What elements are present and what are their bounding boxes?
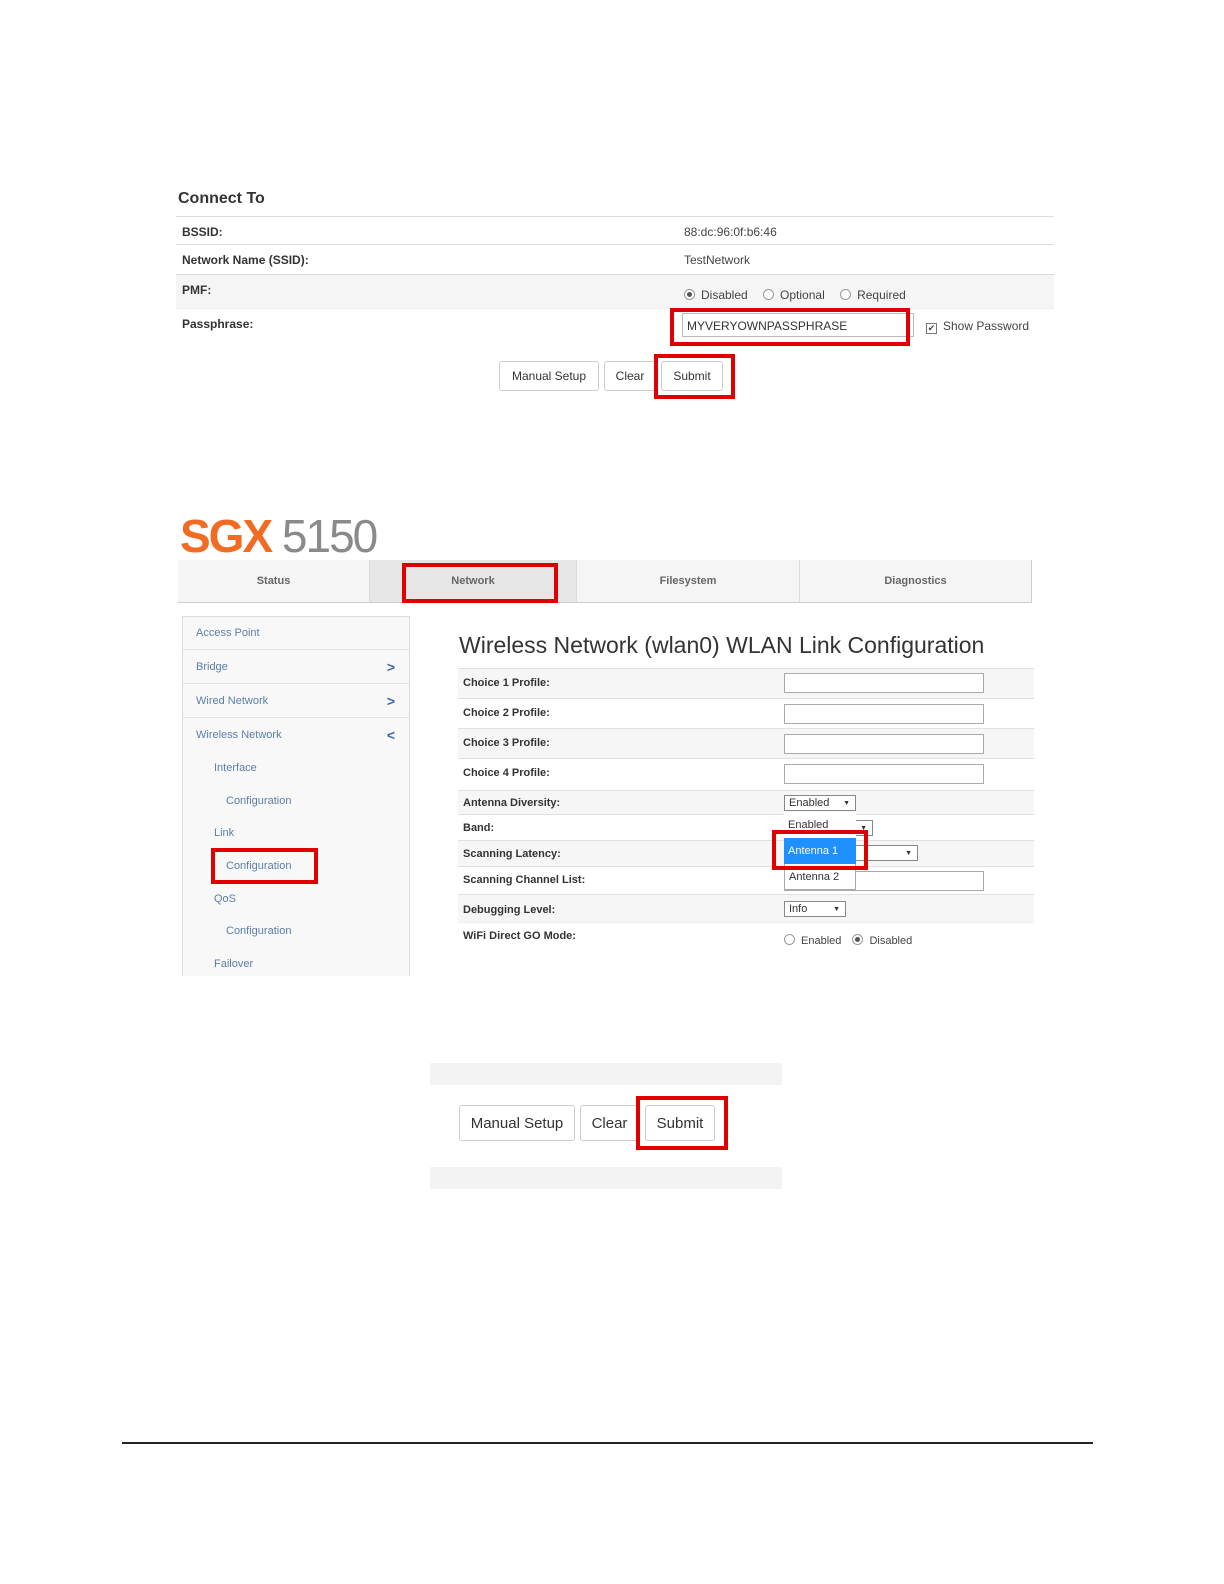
debugging-level-label: Debugging Level: xyxy=(463,904,556,916)
sidebar-nav: Access Point Bridge > Wired Network > Wire… xyxy=(182,616,410,976)
sidebar-item-failover[interactable]: Failover xyxy=(214,958,394,970)
submit-large-highlight-box xyxy=(636,1096,728,1150)
sidebar-item-interface-configuration[interactable]: Configuration xyxy=(226,795,396,807)
choice-2-input[interactable] xyxy=(784,704,984,724)
pmf-row: PMF: Disabled Optional Required xyxy=(176,274,1054,309)
sidebar-item-wireless-network[interactable]: Wireless Network < xyxy=(183,719,409,752)
pmf-radio-group: Disabled Optional Required xyxy=(684,288,918,302)
wifi-direct-go-mode-label: WiFi Direct GO Mode: xyxy=(463,930,576,942)
footer-divider xyxy=(122,1442,1093,1444)
link-configuration-highlight-box xyxy=(211,848,318,884)
pmf-option-disabled[interactable]: Disabled xyxy=(684,288,748,302)
choice-4-label: Choice 4 Profile: xyxy=(463,767,550,779)
ssid-row: Network Name (SSID): TestNetwork xyxy=(176,244,1054,275)
sidebar-item-qos[interactable]: QoS xyxy=(214,893,394,905)
show-password-checkbox[interactable]: ✔ Show Password xyxy=(926,319,1029,334)
submit-highlight-box xyxy=(654,354,735,399)
connect-to-panel: Connect To BSSID: 88:dc:96:0f:b6:46 Netw… xyxy=(176,186,1054,406)
choice-3-label: Choice 3 Profile: xyxy=(463,737,550,749)
wifi-direct-go-mode-row: WiFi Direct GO Mode: xyxy=(458,922,1034,957)
scanning-channel-list-label: Scanning Channel List: xyxy=(463,874,586,886)
connect-to-heading: Connect To xyxy=(178,190,265,207)
radio-icon xyxy=(763,289,775,300)
sidebar-item-access-point[interactable]: Access Point xyxy=(183,617,409,650)
debugging-level-select[interactable]: Info ▼ xyxy=(784,901,846,917)
chevron-down-icon: ▼ xyxy=(833,906,840,913)
radio-icon xyxy=(784,934,795,945)
sidebar-item-bridge[interactable]: Bridge > xyxy=(183,651,409,684)
manual-setup-button[interactable]: Manual Setup xyxy=(499,361,599,391)
tab-diagnostics[interactable]: Diagnostics xyxy=(800,560,1032,602)
antenna-diversity-label: Antenna Diversity: xyxy=(463,797,561,809)
choice-3-input[interactable] xyxy=(784,734,984,754)
chevron-right-icon: > xyxy=(386,659,395,675)
checkbox-checked-icon: ✔ xyxy=(926,323,937,334)
bssid-row: BSSID: 88:dc:96:0f:b6:46 xyxy=(176,216,1054,245)
chevron-down-icon: ▼ xyxy=(905,850,912,857)
choice-1-input[interactable] xyxy=(784,673,984,693)
radio-icon xyxy=(840,289,852,300)
bssid-label: BSSID: xyxy=(182,225,223,239)
scanning-latency-row: Scanning Latency: xyxy=(458,840,1034,867)
wifi-direct-radio-group: Enabled Disabled xyxy=(784,934,924,947)
wifi-direct-option-enabled[interactable]: Enabled xyxy=(784,934,841,947)
sidebar-item-qos-configuration[interactable]: Configuration xyxy=(226,925,396,937)
sidebar-item-wired-network[interactable]: Wired Network > xyxy=(183,685,409,718)
page-title: Wireless Network (wlan0) WLAN Link Confi… xyxy=(459,632,985,658)
tab-status[interactable]: Status xyxy=(178,560,370,602)
wifi-direct-option-disabled[interactable]: Disabled xyxy=(852,934,912,947)
clear-button[interactable]: Clear xyxy=(604,361,656,391)
radio-selected-icon xyxy=(852,934,864,945)
clear-button-large[interactable]: Clear xyxy=(580,1105,639,1141)
sidebar-item-link[interactable]: Link xyxy=(214,827,394,839)
bssid-value: 88:dc:96:0f:b6:46 xyxy=(684,225,777,239)
sidebar-item-interface[interactable]: Interface xyxy=(214,762,394,774)
top-bar xyxy=(430,1063,782,1085)
ssid-label: Network Name (SSID): xyxy=(182,253,309,267)
passphrase-label: Passphrase: xyxy=(182,317,254,331)
pmf-option-optional[interactable]: Optional xyxy=(763,288,825,302)
radio-selected-icon xyxy=(684,289,695,300)
choice-4-input[interactable] xyxy=(784,764,984,784)
bottom-bar xyxy=(430,1167,782,1189)
main-tabs: Status Network Filesystem Diagnostics xyxy=(178,560,1032,603)
ssid-value: TestNetwork xyxy=(684,253,751,267)
scanning-latency-label: Scanning Latency: xyxy=(463,848,561,860)
pmf-option-required[interactable]: Required xyxy=(840,288,906,302)
chevron-right-icon: > xyxy=(386,693,395,709)
manual-setup-button-large[interactable]: Manual Setup xyxy=(459,1105,575,1141)
antenna-diversity-select[interactable]: Enabled ▼ xyxy=(784,795,856,811)
choice-1-label: Choice 1 Profile: xyxy=(463,677,550,689)
band-row: Band: xyxy=(458,814,1034,841)
chevron-left-icon: < xyxy=(386,727,395,743)
bottom-button-panel: Manual Setup Clear Submit xyxy=(430,1063,782,1189)
passphrase-highlight-box xyxy=(670,308,910,346)
band-label: Band: xyxy=(463,822,495,834)
antenna-1-highlight-box xyxy=(772,830,868,870)
network-tab-highlight-box xyxy=(402,563,558,603)
sgx-logo: SGX 5150 xyxy=(180,510,378,562)
debugging-level-row: Debugging Level: xyxy=(458,894,1034,923)
choice-2-label: Choice 2 Profile: xyxy=(463,707,550,719)
antenna-diversity-row: Antenna Diversity: xyxy=(458,790,1034,815)
chevron-down-icon: ▼ xyxy=(843,800,850,807)
passphrase-row: Passphrase: xyxy=(176,308,1054,355)
pmf-label: PMF: xyxy=(182,283,212,297)
tab-filesystem[interactable]: Filesystem xyxy=(577,560,800,602)
